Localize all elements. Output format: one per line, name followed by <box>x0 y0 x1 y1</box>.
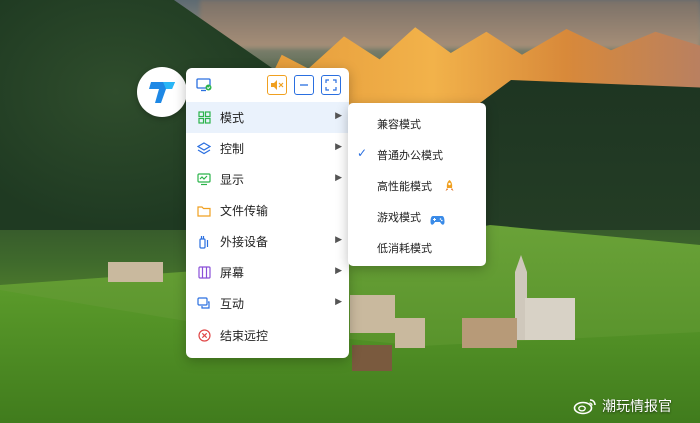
chevron-right-icon: ▶ <box>335 297 342 307</box>
chevron-right-icon: ▶ <box>335 142 342 152</box>
menu-item-label: 文件传输 <box>220 204 269 218</box>
submenu-item-label: 高性能模式 <box>377 179 432 193</box>
menu-item-display[interactable]: 显示 ▶ <box>186 164 349 195</box>
menu-item-label: 模式 <box>220 111 245 125</box>
menu-item-label: 互动 <box>220 297 245 311</box>
monitor-check-icon <box>196 78 212 92</box>
minimize-icon <box>300 84 308 86</box>
submenu-item-office[interactable]: ✓ 普通办公模式 <box>348 139 486 170</box>
display-icon <box>197 173 211 187</box>
submenu-item-low-power[interactable]: 低消耗模式 <box>348 232 486 263</box>
menu-item-file-transfer[interactable]: 文件传输 <box>186 195 349 226</box>
house <box>352 345 392 371</box>
menu-toolbar <box>186 68 349 100</box>
mode-submenu: 兼容模式 ✓ 普通办公模式 高性能模式 游戏模式 低消耗模式 <box>348 103 486 266</box>
submenu-item-game[interactable]: 游戏模式 <box>348 201 486 232</box>
submenu-item-performance[interactable]: 高性能模式 <box>348 170 486 201</box>
submenu-item-label: 普通办公模式 <box>377 148 443 162</box>
gamepad-icon <box>430 211 445 230</box>
house <box>350 295 395 333</box>
submenu-item-label: 兼容模式 <box>377 117 421 131</box>
house <box>395 318 425 348</box>
fullscreen-icon <box>325 79 337 91</box>
menu-item-label: 控制 <box>220 142 245 156</box>
menu-item-mode[interactable]: 模式 ▶ <box>186 102 349 133</box>
remote-control-menu: 模式 ▶ 控制 ▶ 显示 ▶ 文件传输 外接设备 ▶ 屏幕 ▶ 互动 ▶ 结束远… <box>186 68 349 358</box>
app-logo[interactable] <box>137 67 187 117</box>
watermark-text: 潮玩情报官 <box>602 399 672 415</box>
menu-item-label: 屏幕 <box>220 266 245 280</box>
layers-icon <box>197 142 211 156</box>
church-body <box>525 298 575 340</box>
submenu-item-label: 游戏模式 <box>377 210 421 224</box>
menu-item-interaction[interactable]: 互动 ▶ <box>186 288 349 319</box>
submenu-item-compatible[interactable]: 兼容模式 <box>348 108 486 139</box>
weibo-icon <box>573 399 596 415</box>
house <box>462 318 517 348</box>
app-logo-icon <box>149 82 175 103</box>
speaker-mute-icon <box>271 80 284 90</box>
checkmark-icon: ✓ <box>357 146 368 160</box>
screen-icon <box>197 266 211 280</box>
menu-item-end-remote[interactable]: 结束远控 <box>186 320 349 351</box>
menu-item-control[interactable]: 控制 ▶ <box>186 133 349 164</box>
chat-icon <box>197 297 211 311</box>
chevron-right-icon: ▶ <box>335 266 342 276</box>
mute-button[interactable] <box>267 75 287 95</box>
close-circle-icon <box>197 329 211 343</box>
menu-item-label: 外接设备 <box>220 235 269 249</box>
house <box>108 262 163 282</box>
menu-item-label: 显示 <box>220 173 245 187</box>
plug-icon <box>197 235 211 249</box>
screen-status-button[interactable] <box>194 75 214 95</box>
chevron-right-icon: ▶ <box>335 173 342 183</box>
chevron-right-icon: ▶ <box>335 235 342 245</box>
watermark: 潮玩情报官 <box>573 396 672 416</box>
menu-item-external-devices[interactable]: 外接设备 ▶ <box>186 226 349 257</box>
menu-item-screen[interactable]: 屏幕 ▶ <box>186 257 349 288</box>
chevron-right-icon: ▶ <box>335 111 342 121</box>
rocket-icon <box>444 178 455 197</box>
menu-item-label: 结束远控 <box>220 329 269 343</box>
submenu-item-label: 低消耗模式 <box>377 241 432 255</box>
grid-icon <box>197 111 211 125</box>
clouds <box>200 0 700 48</box>
fullscreen-button[interactable] <box>321 75 341 95</box>
minimize-button[interactable] <box>294 75 314 95</box>
folder-icon <box>197 204 211 218</box>
